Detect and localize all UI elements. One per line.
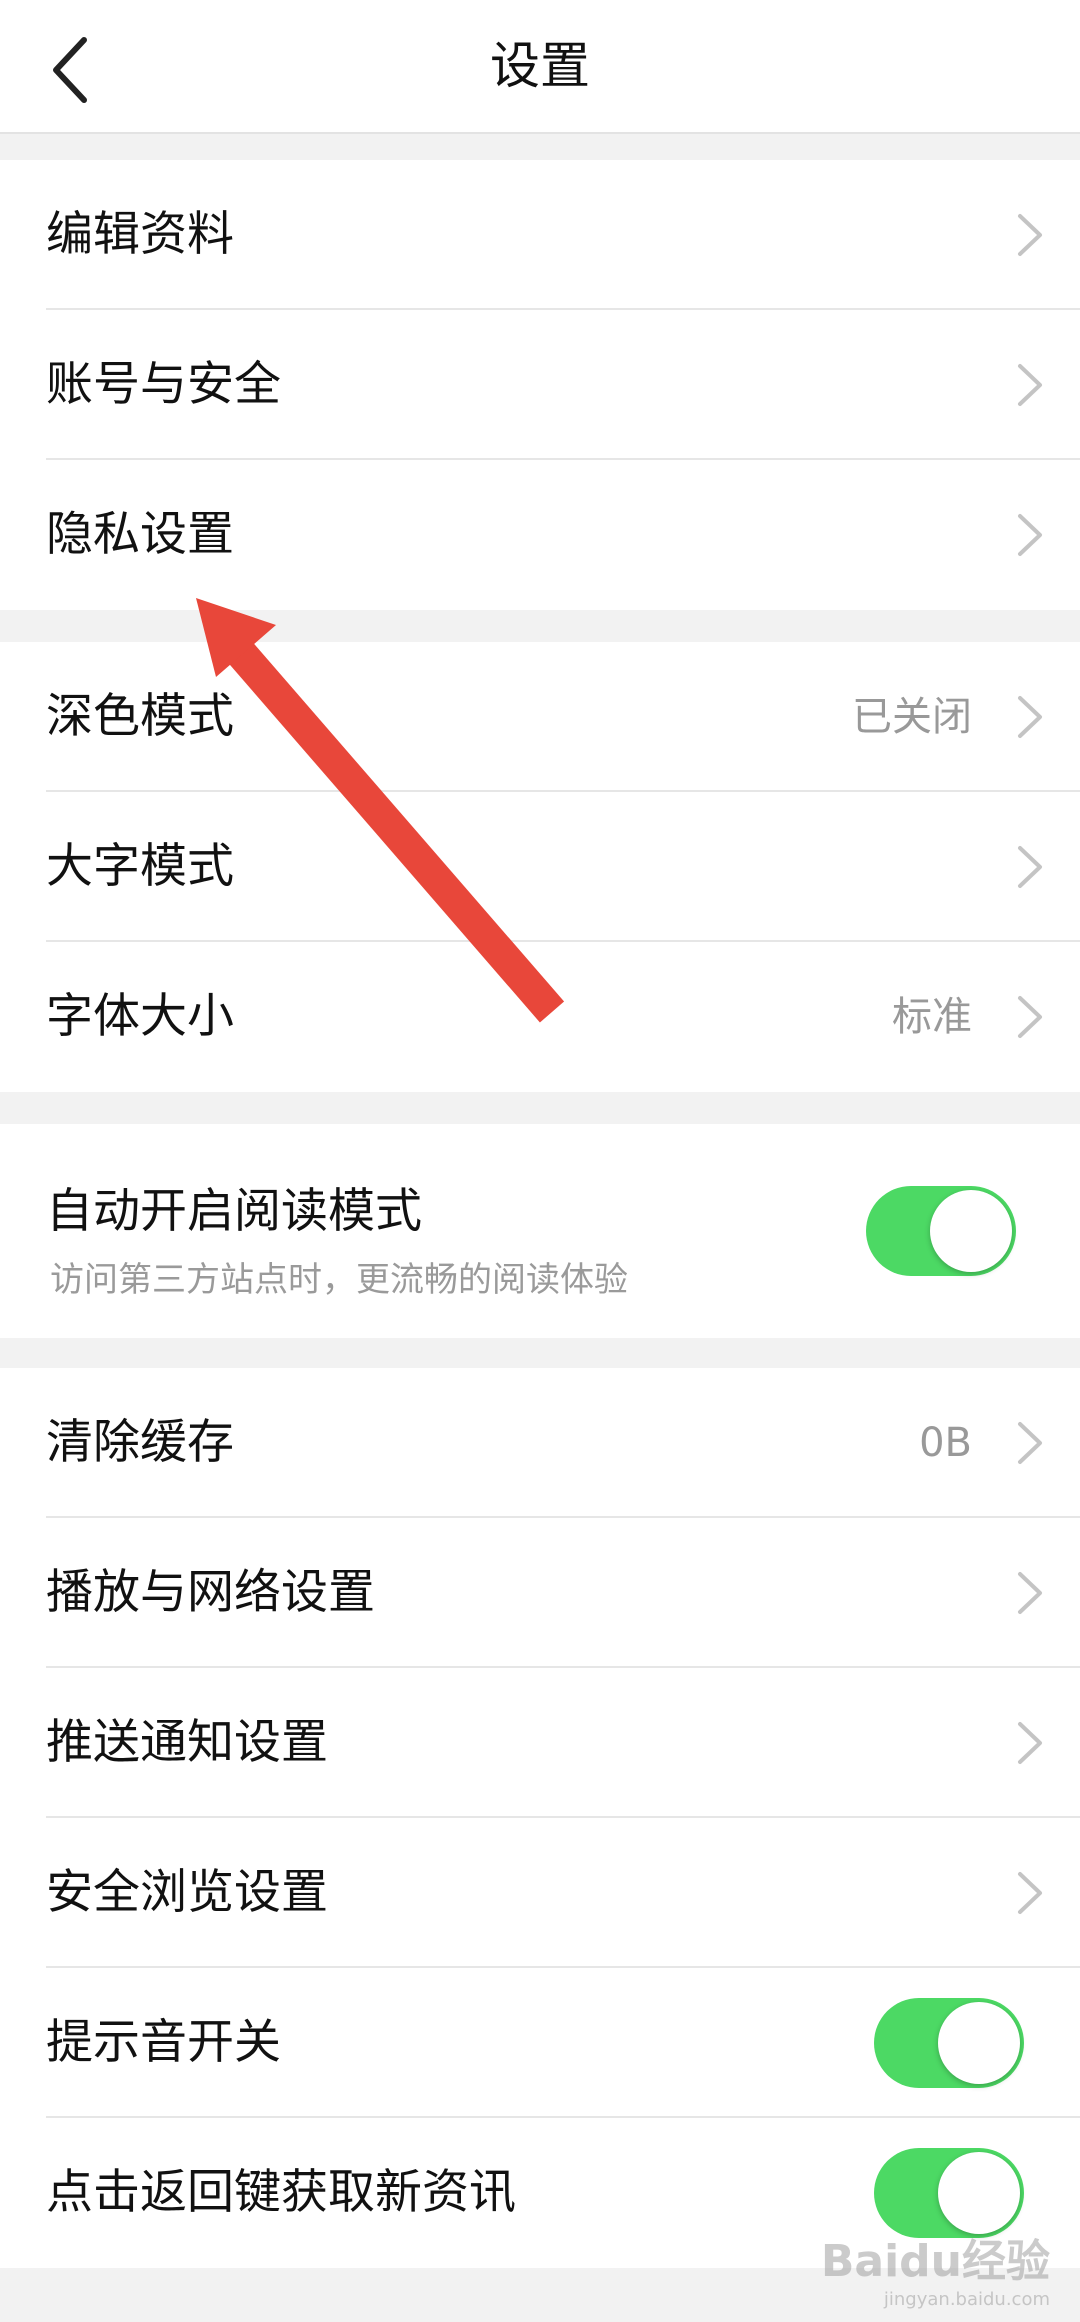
row-value: 已关闭 [852, 694, 972, 740]
row-push-notifications[interactable]: 推送通知设置 [0, 1668, 1080, 1818]
group-profile: 编辑资料 账号与安全 隐私设置 [0, 160, 1080, 610]
chevron-right-icon [1018, 1872, 1042, 1914]
toggle-knob [938, 2002, 1020, 2084]
chevron-right-icon [1018, 1722, 1042, 1764]
row-label: 编辑资料 [46, 207, 234, 262]
sound-toggle[interactable] [874, 1998, 1024, 2088]
reading-mode-toggle[interactable] [866, 1186, 1016, 1276]
chevron-right-icon [1018, 514, 1042, 556]
row-playback-network[interactable]: 播放与网络设置 [0, 1518, 1080, 1668]
group-reading: 自动开启阅读模式 访问第三方站点时，更流畅的阅读体验 [0, 1124, 1080, 1338]
row-label: 字体大小 [46, 989, 234, 1044]
row-label: 自动开启阅读模式 [46, 1184, 422, 1239]
row-label: 大字模式 [46, 839, 234, 894]
row-label: 清除缓存 [46, 1415, 234, 1470]
toggle-knob [938, 2152, 1020, 2234]
chevron-right-icon [1018, 1572, 1042, 1614]
row-dark-mode[interactable]: 深色模式 已关闭 [0, 642, 1080, 792]
page-title: 设置 [490, 37, 590, 95]
watermark-logo: Baidu经验 [820, 2236, 1050, 2287]
row-font-size[interactable]: 字体大小 标准 [0, 942, 1080, 1092]
row-label: 提示音开关 [46, 2015, 281, 2070]
row-label: 安全浏览设置 [46, 1865, 328, 1920]
row-edit-profile[interactable]: 编辑资料 [0, 160, 1080, 310]
row-large-text-mode[interactable]: 大字模式 [0, 792, 1080, 942]
chevron-right-icon [1018, 214, 1042, 256]
row-clear-cache[interactable]: 清除缓存 0B [0, 1368, 1080, 1518]
group-general: 清除缓存 0B 播放与网络设置 推送通知设置 安全浏览设置 提示音开关 点击返回… [0, 1368, 1080, 2268]
chevron-right-icon [1018, 996, 1042, 1038]
row-value: 标准 [892, 994, 972, 1040]
row-account-security[interactable]: 账号与安全 [0, 310, 1080, 460]
chevron-right-icon [1018, 846, 1042, 888]
row-label: 点击返回键获取新资讯 [46, 2165, 516, 2220]
watermark-url: jingyan.baidu.com [883, 2289, 1050, 2310]
row-auto-reading-mode: 自动开启阅读模式 访问第三方站点时，更流畅的阅读体验 [0, 1124, 1080, 1338]
row-privacy-settings[interactable]: 隐私设置 [0, 460, 1080, 610]
row-sound-switch: 提示音开关 [0, 1968, 1080, 2118]
row-label: 推送通知设置 [46, 1715, 328, 1770]
chevron-right-icon [1018, 1422, 1042, 1464]
header-bar: 设置 [0, 0, 1080, 134]
toggle-knob [930, 1190, 1012, 1272]
row-label: 账号与安全 [46, 357, 281, 412]
group-display: 深色模式 已关闭 大字模式 字体大小 标准 [0, 642, 1080, 1092]
row-subtitle: 访问第三方站点时，更流畅的阅读体验 [50, 1260, 628, 1300]
chevron-right-icon [1018, 696, 1042, 738]
row-safe-browsing[interactable]: 安全浏览设置 [0, 1818, 1080, 1968]
baidu-watermark: Baidu经验 jingyan.baidu.com [821, 2225, 1050, 2310]
chevron-right-icon [1018, 364, 1042, 406]
row-label: 播放与网络设置 [46, 1565, 375, 1620]
row-label: 隐私设置 [46, 507, 234, 562]
row-value: 0B [919, 1420, 972, 1466]
row-label: 深色模式 [46, 689, 234, 744]
